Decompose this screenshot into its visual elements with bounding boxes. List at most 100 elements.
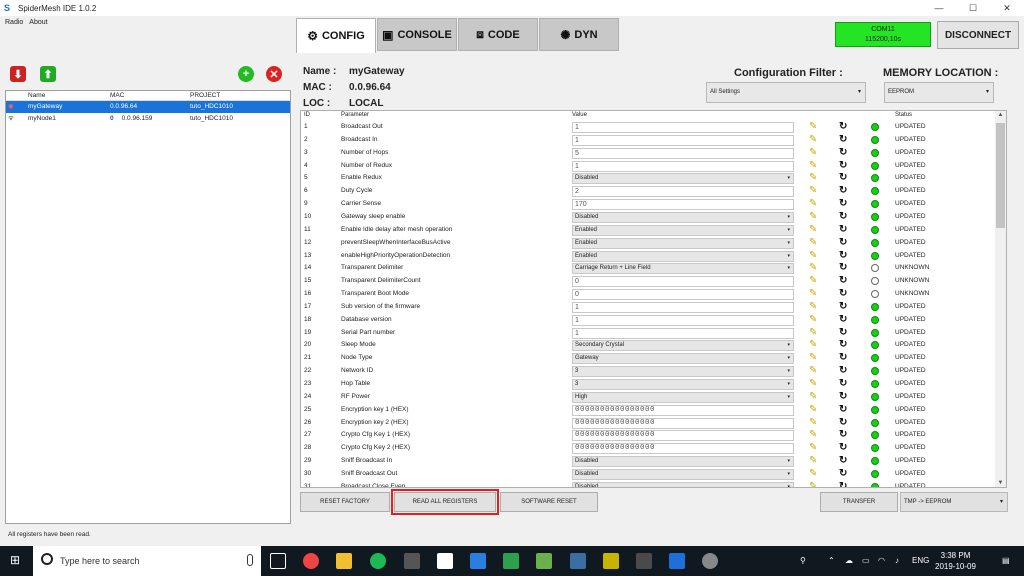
devtool-icon[interactable] [570,553,586,569]
pencil-icon[interactable]: ✎ [809,250,817,261]
register-value-input[interactable]: 2 [572,186,794,198]
register-row[interactable]: 6 Duty Cycle 2 ✎ ↻ UPDATED [301,185,996,198]
close-window-button[interactable]: ✕ [990,0,1024,16]
register-value-select[interactable]: Disabled ▾ [572,456,794,468]
pencil-icon[interactable]: ✎ [809,198,817,209]
media-icon[interactable] [636,553,652,569]
register-row[interactable]: 1 Broadcast Out 1 ✎ ↻ UPDATED [301,121,996,134]
pencil-icon[interactable]: ✎ [809,147,817,158]
register-value-input[interactable]: 1 [572,314,794,326]
pencil-icon[interactable]: ✎ [809,429,817,440]
register-value-select[interactable]: 3 ▾ [572,366,794,378]
pencil-icon[interactable]: ✎ [809,391,817,402]
refresh-icon[interactable]: ↻ [839,429,847,440]
pencil-icon[interactable]: ✎ [809,455,817,466]
refresh-icon[interactable]: ↻ [839,365,847,376]
refresh-icon[interactable]: ↻ [839,481,847,487]
refresh-icon[interactable]: ↻ [839,288,847,299]
register-row[interactable]: 20 Sleep Mode Secondary Crystal ▾ ✎ ↻ UPDATED [301,339,996,352]
register-value-input[interactable]: 0 [572,276,794,288]
register-value-input[interactable]: 0 [572,289,794,301]
node-row-gateway[interactable]: ◉ myGateway 0.0.96.64 tuto_HDC1010 [6,101,290,113]
register-value-select[interactable]: Enabled ▾ [572,250,794,262]
menu-radio[interactable]: Radio [5,16,23,30]
tab-console[interactable]: ▣ CONSOLE [377,18,457,51]
register-row[interactable]: 30 Sniff Broadcast Out Disabled ▾ ✎ ↻ UPDATED [301,468,996,481]
refresh-icon[interactable]: ↻ [839,339,847,350]
pencil-icon[interactable]: ✎ [809,481,817,487]
spotify-icon[interactable] [370,553,386,569]
refresh-icon[interactable]: ↻ [839,198,847,209]
register-value-select[interactable]: Carriage Return + Line Field ▾ [572,263,794,275]
register-value-input[interactable]: 1 [572,301,794,313]
register-row[interactable]: 29 Sniff Broadcast In Disabled ▾ ✎ ↻ UPDATED [301,455,996,468]
menu-about[interactable]: About [29,16,47,30]
register-value-select[interactable]: High ▾ [572,391,794,403]
pencil-icon[interactable]: ✎ [809,301,817,312]
register-row[interactable]: 17 Sub version of the firmware 1 ✎ ↻ UPDATED [301,301,996,314]
mail-icon[interactable] [470,553,486,569]
tab-dyn[interactable]: ✺ DYN [539,18,619,51]
register-row[interactable]: 9 Carrier Sense 170 ✎ ↻ UPDATED [301,198,996,211]
register-row[interactable]: 13 enableHighPriorityOperationDetection En… [301,250,996,263]
transfer-button[interactable]: TRANSFER [820,492,898,512]
register-row[interactable]: 11 Enable Idle delay after mesh operation… [301,224,996,237]
col-project[interactable]: PROJECT [188,91,288,100]
battery-icon[interactable]: ▭ [862,556,870,565]
windows-start-icon[interactable]: ⊞ [10,553,24,567]
refresh-icon[interactable]: ↻ [839,455,847,466]
memory-location-select[interactable]: EEPROM ▾ [884,82,994,103]
register-scrollbar[interactable]: ▲ ▼ [995,111,1006,487]
scroll-up-icon[interactable]: ▲ [995,112,1006,118]
utility-icon[interactable] [702,553,718,569]
register-row[interactable]: 23 Hop Table 3 ▾ ✎ ↻ UPDATED [301,378,996,391]
register-row[interactable]: 21 Node Type Gateway ▾ ✎ ↻ UPDATED [301,352,996,365]
reset-factory-button[interactable]: RESET FACTORY [300,492,390,512]
pencil-icon[interactable]: ✎ [809,134,817,145]
maximize-button[interactable]: ☐ [956,0,990,16]
refresh-icon[interactable]: ↻ [839,327,847,338]
taskbar-clock[interactable]: 3:38 PM 2019-10-09 [935,550,976,572]
refresh-icon[interactable]: ↻ [839,378,847,389]
pencil-icon[interactable]: ✎ [809,185,817,196]
register-value-select[interactable]: Disabled ▾ [572,481,794,487]
pencil-icon[interactable]: ✎ [809,314,817,325]
register-value-input[interactable]: 0000000000000000 [572,430,794,442]
refresh-icon[interactable]: ↻ [839,147,847,158]
pencil-icon[interactable]: ✎ [809,262,817,273]
git-icon[interactable] [536,553,552,569]
chevron-up-icon[interactable]: ⌃ [828,556,835,565]
refresh-icon[interactable]: ↻ [839,172,847,183]
register-value-input[interactable]: 0000000000000000 [572,417,794,429]
register-row[interactable]: 14 Transparent Delimiter Carriage Return +… [301,262,996,275]
pencil-icon[interactable]: ✎ [809,417,817,428]
refresh-icon[interactable]: ↻ [839,211,847,222]
col-mac[interactable]: MAC [108,91,188,100]
refresh-icon[interactable]: ↻ [839,224,847,235]
notification-icon[interactable]: ▤ [1002,556,1010,565]
register-value-input[interactable]: 1 [572,327,794,339]
pencil-icon[interactable]: ✎ [809,327,817,338]
transfer-mode-select[interactable]: TMP -> EEPROM ▾ [900,492,1008,512]
pencil-icon[interactable]: ✎ [809,237,817,248]
refresh-icon[interactable]: ↻ [839,314,847,325]
file-explorer-icon[interactable] [336,553,352,569]
register-value-select[interactable]: 3 ▾ [572,379,794,390]
people-icon[interactable]: ⚲ [800,556,806,565]
pencil-icon[interactable]: ✎ [809,442,817,453]
register-value-select[interactable]: Disabled ▾ [572,173,794,185]
register-row[interactable]: 18 Database version 1 ✎ ↻ UPDATED [301,314,996,327]
refresh-icon[interactable]: ↻ [839,417,847,428]
tab-config[interactable]: ⚙ CONFIG [296,18,376,53]
remove-node-icon[interactable]: ✕ [266,66,282,82]
scrollbar-thumb[interactable] [996,123,1005,228]
col-name[interactable]: Name [26,91,108,100]
register-value-select[interactable]: Enabled ▾ [572,224,794,236]
minimize-button[interactable]: — [922,0,956,16]
register-row[interactable]: 5 Enable Redux Disabled ▾ ✎ ↻ UPDATED [301,172,996,185]
add-node-icon[interactable]: + [238,66,254,82]
download-db-icon[interactable]: ⬇ [10,66,26,82]
pencil-icon[interactable]: ✎ [809,172,817,183]
pencil-icon[interactable]: ✎ [809,224,817,235]
upload-db-icon[interactable]: ⬆ [40,66,56,82]
